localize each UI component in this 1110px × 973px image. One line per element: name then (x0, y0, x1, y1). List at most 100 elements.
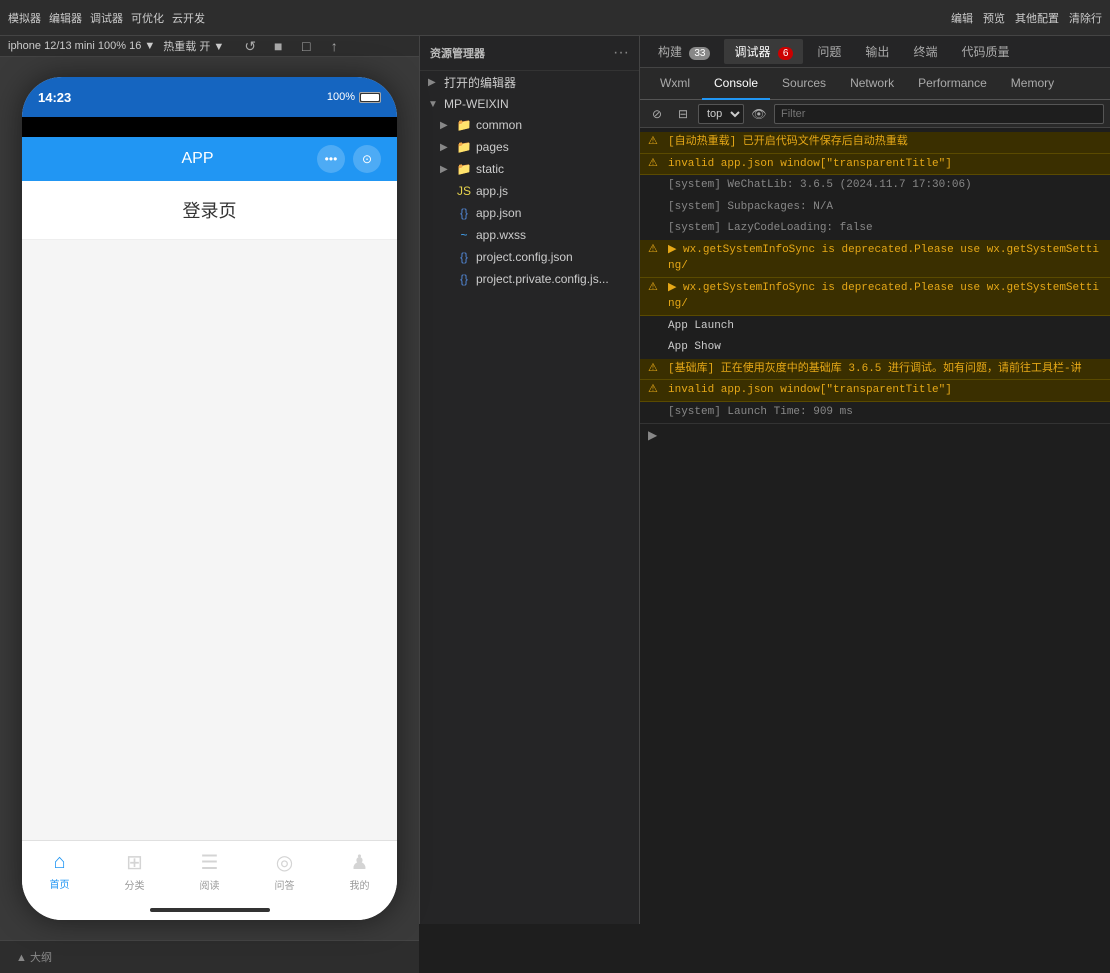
content-debug: 构建 33 调试器 6 问题 输出 终端 代码质量 (640, 36, 1110, 924)
status-time: 14:23 (38, 90, 71, 105)
home-icon: ⌂ (53, 851, 65, 874)
project-arrow: ▼ (428, 99, 440, 110)
phone-container: 14:23 100% APP (0, 57, 419, 940)
eye-icon[interactable]: 👁 (748, 103, 770, 125)
tab-category[interactable]: ⊞ 分类 (97, 846, 172, 896)
category-icon: ⊞ (126, 850, 143, 875)
static-arrow: ▶ (440, 164, 452, 175)
debug-tab-build[interactable]: 构建 33 (648, 39, 720, 64)
warn-icon-6: ⚠ (648, 280, 664, 297)
toolbar-item-optimize[interactable]: 可优化 (131, 10, 164, 26)
warn-icon-1: ⚠ (648, 156, 664, 173)
camera-icon[interactable]: ⊙ (353, 145, 381, 173)
devtools-tab-wxml[interactable]: Wxml (648, 68, 702, 100)
debug-tab-debugger[interactable]: 调试器 6 (724, 39, 803, 64)
toolbar-item-simulator[interactable]: 模拟器 (8, 10, 41, 26)
tree-appjs[interactable]: ▶ JS app.js (420, 180, 639, 202)
console-text-5: ▶ wx.getSystemInfoSync is deprecated.Ple… (668, 242, 1102, 275)
perf-label: Performance (918, 76, 987, 90)
tree-common[interactable]: ▶ 📁 common (420, 114, 639, 136)
upload-icon[interactable]: ↑ (324, 36, 344, 56)
toolbar-clear[interactable]: 清除行 (1069, 10, 1102, 26)
reload-icons: ↺ ■ □ ↑ (240, 36, 344, 56)
mine-label: 我的 (350, 877, 370, 892)
category-label: 分类 (125, 877, 145, 892)
hot-reload-label[interactable]: 热重载 开 ▼ (163, 38, 224, 54)
debug-tab-terminal[interactable]: 终端 (903, 39, 947, 64)
devtools-tab-perf[interactable]: Performance (906, 68, 999, 100)
toolbar-item-debugger[interactable]: 调试器 (90, 10, 123, 26)
home-label: 首页 (50, 876, 70, 891)
tree-projectconfig[interactable]: ▶ {} project.config.json (420, 246, 639, 268)
devtools-tab-sources[interactable]: Sources (770, 68, 838, 100)
debug-tab-quality[interactable]: 代码质量 (951, 39, 1019, 64)
tree-static[interactable]: ▶ 📁 static (420, 158, 639, 180)
toolbar-item-editor[interactable]: 编辑器 (49, 10, 82, 26)
toolbar-config[interactable]: 其他配置 (1015, 10, 1059, 26)
pages-label: pages (476, 140, 509, 154)
app-title: APP (181, 150, 213, 168)
build-label: 构建 (658, 45, 682, 59)
menu-dots-icon[interactable]: ••• (317, 145, 345, 173)
explorer-more-icon[interactable]: ··· (613, 44, 629, 62)
warn-icon-9: ⚠ (648, 361, 664, 378)
wxml-label: Wxml (660, 76, 690, 90)
phone-status-bar: 14:23 100% (22, 77, 397, 117)
phone-icon[interactable]: □ (296, 36, 316, 56)
tree-appjson[interactable]: ▶ {} app.json (420, 202, 639, 224)
devtools-tab-memory[interactable]: Memory (999, 68, 1066, 100)
tab-home[interactable]: ⌂ 首页 (22, 847, 97, 895)
devtools-tab-console[interactable]: Console (702, 68, 770, 100)
mine-icon: ♟ (351, 850, 369, 875)
filter-input[interactable] (774, 104, 1104, 124)
open-editor-section[interactable]: ▶ 打开的编辑器 (420, 71, 639, 94)
appwxss-label: app.wxss (476, 228, 526, 242)
console-line-9: ⚠ [基础库] 正在使用灰度中的基础库 3.6.5 进行调试。如有问题，请前往工… (640, 359, 1110, 381)
right-content: 资源管理器 ··· ▶ 打开的编辑器 ▼ MP-WEIXIN ▶ 📁 commo… (420, 36, 1110, 924)
toolbar-edit[interactable]: 编辑 (951, 10, 973, 26)
reload-icon[interactable]: ↺ (240, 36, 260, 56)
toolbar-item-cloud[interactable]: 云开发 (172, 10, 205, 26)
status-right: 100% (327, 91, 381, 103)
warn-icon-5: ⚠ (648, 242, 664, 259)
phone-panel: iphone 12/13 mini 100% 16 ▼ 热重载 开 ▼ ↺ ■ … (0, 36, 420, 924)
tab-qa[interactable]: ◎ 问答 (247, 846, 322, 896)
project-label: MP-WEIXIN (444, 97, 509, 111)
context-select[interactable]: top (698, 104, 744, 124)
console-output[interactable]: ⚠ [自动热重载] 已开启代码文件保存后自动热重载 ⚠ invalid app.… (640, 128, 1110, 924)
console-toolbar: ⊘ ⊟ top 👁 (640, 100, 1110, 128)
folder-icon: 📁 (456, 117, 472, 133)
debug-tab-output[interactable]: 输出 (855, 39, 899, 64)
filter-btn[interactable]: ⊟ (672, 103, 694, 125)
tree-appwxss[interactable]: ▶ ~ app.wxss (420, 224, 639, 246)
projectconfig-icon: {} (456, 249, 472, 265)
console-label: Console (714, 76, 758, 90)
devtools-tab-network[interactable]: Network (838, 68, 906, 100)
clear-console-btn[interactable]: ⊘ (646, 103, 668, 125)
quality-label: 代码质量 (961, 45, 1009, 59)
toolbar-right: 编辑 预览 其他配置 清除行 (951, 10, 1102, 26)
json-icon: {} (456, 205, 472, 221)
console-line-0: ⚠ [自动热重载] 已开启代码文件保存后自动热重载 (640, 132, 1110, 154)
explorer-panel: 资源管理器 ··· ▶ 打开的编辑器 ▼ MP-WEIXIN ▶ 📁 commo… (420, 36, 640, 924)
stop-icon[interactable]: ■ (268, 36, 288, 56)
console-prompt[interactable]: ▶ (640, 423, 1110, 446)
tree-pages[interactable]: ▶ 📁 pages (420, 136, 639, 158)
read-label: 阅读 (200, 877, 220, 892)
tree-projectprivate[interactable]: ▶ {} project.private.config.js... (420, 268, 639, 290)
explorer-header: 资源管理器 ··· (420, 36, 639, 71)
projectprivate-icon: {} (456, 271, 472, 287)
tab-mine[interactable]: ♟ 我的 (322, 846, 397, 896)
section-arrow: ▶ (428, 77, 440, 88)
phone-frame: 14:23 100% APP (22, 77, 397, 920)
tab-read[interactable]: ☰ 阅读 (172, 846, 247, 896)
toolbar-left: 模拟器 编辑器 调试器 可优化 云开发 (8, 10, 945, 26)
debug-tab-issues[interactable]: 问题 (807, 39, 851, 64)
console-line-10: ⚠ invalid app.json window["transparentTi… (640, 380, 1110, 402)
phone-nav-bar: APP ••• ⊙ (22, 137, 397, 181)
phone-nav-icons: ••• ⊙ (317, 145, 381, 173)
toolbar-preview[interactable]: 预览 (983, 10, 1005, 26)
project-section[interactable]: ▼ MP-WEIXIN (420, 94, 639, 114)
devtools-tabs: Wxml Console Sources Network Performance (640, 68, 1110, 100)
console-text-0: [自动热重载] 已开启代码文件保存后自动热重载 (668, 134, 1102, 151)
